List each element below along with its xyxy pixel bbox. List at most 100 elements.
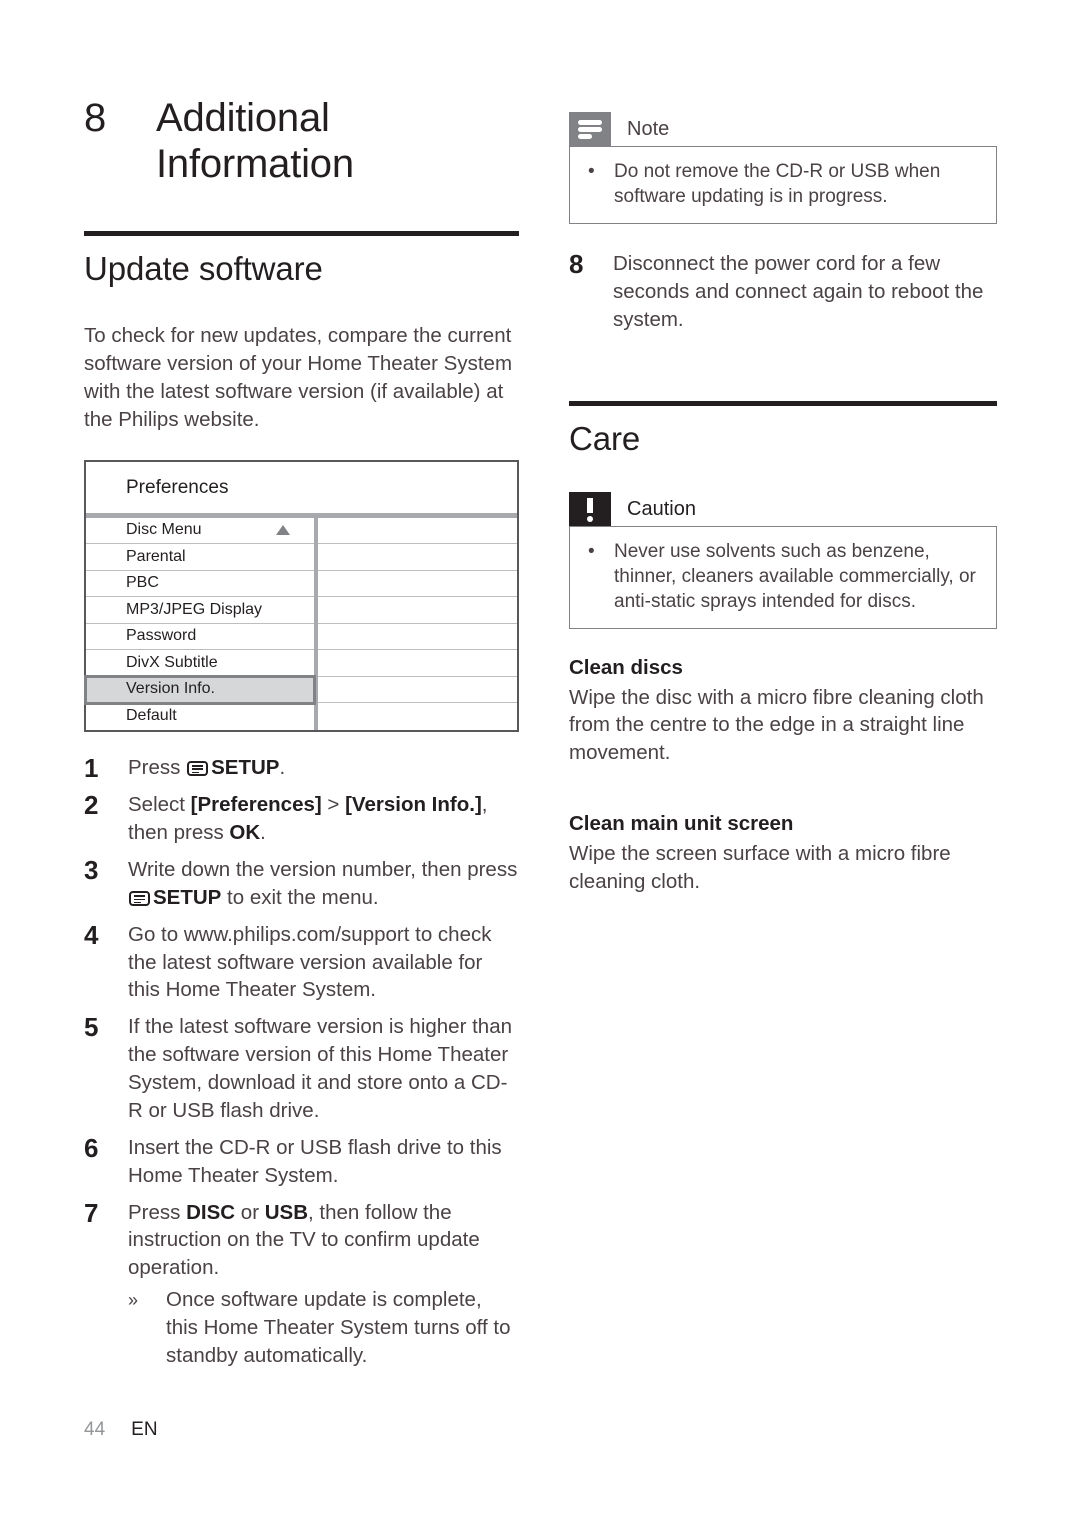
osd-row-label: Version Info. — [126, 680, 215, 698]
up-caret-icon — [276, 525, 290, 536]
step-text: Disconnect the power cord for a few seco… — [613, 252, 984, 331]
section-title-update-software: Update software — [84, 250, 323, 288]
osd-row[interactable]: MP3/JPEG Display — [86, 597, 314, 624]
osd-value-row — [318, 703, 517, 730]
step-text: If the latest software version is higher… — [128, 1015, 513, 1122]
step-item: 6 Insert the CD-R or USB flash drive to … — [84, 1134, 519, 1190]
note-callout-label: Note — [627, 118, 670, 140]
preferences-osd-screenshot: Preferences Disc Menu Parental PBC MP3/J… — [84, 459, 519, 732]
note-callout-header: Note — [569, 112, 997, 146]
step-text-bold: [Version Info.] — [345, 793, 482, 817]
osd-row-label: Disc Menu — [126, 521, 202, 539]
step-text: Press SETUP. — [128, 754, 519, 782]
step-number: 8 — [569, 249, 584, 280]
step-number: 4 — [84, 919, 99, 950]
step-text-segment: Press — [128, 1200, 187, 1224]
step-text-segment: Write down the version number, then pres… — [128, 857, 518, 881]
step-text-segment: or — [235, 1200, 265, 1224]
chapter-title-line-2: Information — [156, 141, 354, 186]
step-text-bold: OK — [229, 821, 261, 845]
step-text-bold: SETUP — [153, 885, 222, 909]
osd-row[interactable]: DivX Subtitle — [86, 650, 314, 677]
note-callout: Note • Do not remove the CD-R or USB whe… — [569, 112, 997, 225]
step-text-segment: to exit the menu. — [221, 885, 379, 909]
osd-value-column — [318, 518, 517, 730]
osd-row[interactable]: Password — [86, 624, 314, 651]
osd-row[interactable]: Parental — [86, 544, 314, 571]
subheading-clean-main-unit-screen: Clean main unit screen — [569, 812, 794, 836]
setup-icon — [187, 760, 209, 776]
osd-value-row — [318, 597, 517, 624]
right-column: Note • Do not remove the CD-R or USB whe… — [569, 112, 997, 896]
subheading-clean-discs: Clean discs — [569, 655, 683, 679]
double-angle-bullet-icon: » — [128, 1290, 139, 1311]
osd-value-row — [318, 571, 517, 598]
step-number: 6 — [84, 1132, 99, 1163]
osd-row[interactable]: Disc Menu — [86, 518, 314, 545]
osd-value-row — [318, 624, 517, 651]
caution-callout-header: Caution — [569, 491, 997, 526]
caution-callout: Caution • Never use solvents such as ben… — [569, 491, 997, 629]
step-text-segment: Select — [128, 793, 191, 817]
step-item: 5 If the latest software version is high… — [84, 1013, 519, 1125]
step-item: 2 Select [Preferences] > [Version Info.]… — [84, 791, 519, 847]
update-steps-list: 1 Press SETUP. 2 Select [Preferences] > … — [84, 754, 519, 1370]
step-number: 5 — [84, 1012, 99, 1043]
sub-item: » Once software update is complete, this… — [128, 1286, 519, 1370]
osd-menu-column: Disc Menu Parental PBC MP3/JPEG Display … — [84, 517, 318, 730]
step-text-segment: > — [321, 793, 346, 817]
chapter-title-line-1: Additional — [156, 96, 330, 140]
document-page: 8 Additional Information Update software… — [0, 0, 1080, 1527]
caution-callout-text: Never use solvents such as benzene, thin… — [614, 540, 976, 612]
step-text: Insert the CD-R or USB flash drive to th… — [128, 1135, 502, 1187]
step-text-segment: . — [279, 755, 286, 779]
section-rule-update-software — [84, 231, 519, 237]
osd-row-label: Default — [126, 707, 177, 725]
chapter-number: 8 — [84, 96, 107, 140]
step-text-bold: USB — [264, 1200, 309, 1224]
note-lines-icon — [569, 112, 611, 146]
caution-callout-item: • Never use solvents such as benzene, th… — [588, 539, 978, 614]
setup-icon — [129, 890, 150, 906]
step-text-bold: SETUP — [211, 755, 280, 779]
step-text: Press DISC or USB, then follow the instr… — [128, 1199, 519, 1370]
step-item: 1 Press SETUP. — [84, 754, 519, 783]
osd-value-row — [318, 518, 517, 545]
osd-row-label: DivX Subtitle — [126, 653, 218, 671]
step-text: Go to www.philips.com/support to check t… — [128, 922, 492, 1002]
note-callout-box: • Do not remove the CD-R or USB when sof… — [569, 146, 997, 225]
step-text-bold: [Preferences] — [190, 793, 322, 817]
osd-row-label: MP3/JPEG Display — [126, 600, 263, 618]
osd-body: Disc Menu Parental PBC MP3/JPEG Display … — [84, 517, 517, 730]
step-subitems: » Once software update is complete, this… — [128, 1286, 519, 1370]
step-number: 1 — [84, 752, 99, 783]
osd-value-row — [318, 544, 517, 571]
sub-item-text: Once software update is complete, this H… — [166, 1288, 511, 1367]
page-footer: 44 EN — [84, 1419, 158, 1441]
step-item: 8 Disconnect the power cord for a few se… — [569, 250, 997, 334]
osd-row[interactable]: PBC — [86, 571, 314, 598]
intro-paragraph: To check for new updates, compare the cu… — [84, 324, 513, 431]
caution-callout-box: • Never use solvents such as benzene, th… — [569, 525, 997, 629]
step-item: 7 Press DISC or USB, then follow the ins… — [84, 1199, 519, 1370]
chapter-heading: 8 Additional Information — [84, 96, 519, 187]
step-text-segment: Press — [128, 755, 187, 779]
exclamation-icon — [569, 491, 611, 526]
step-text-segment: . — [260, 821, 266, 845]
osd-row[interactable]: Default — [86, 703, 314, 730]
osd-title: Preferences — [86, 462, 517, 518]
osd-row-label: Parental — [126, 547, 186, 565]
step-item: 4 Go to www.philips.com/support to check… — [84, 921, 519, 1005]
step-number: 3 — [84, 854, 99, 885]
clean-screen-text: Wipe the screen surface with a micro fib… — [569, 841, 951, 893]
clean-discs-text: Wipe the disc with a micro fibre cleanin… — [569, 685, 984, 765]
section-title-care: Care — [569, 419, 641, 457]
osd-row-selected-version-info[interactable]: Version Info. — [84, 674, 316, 706]
osd-value-row — [318, 677, 517, 704]
bullet-icon: • — [588, 161, 595, 182]
step-number: 2 — [84, 790, 99, 821]
step-text-bold: DISC — [186, 1200, 236, 1224]
note-callout-text: Do not remove the CD-R or USB when softw… — [614, 161, 941, 208]
caution-callout-label: Caution — [627, 497, 696, 520]
page-number: 44 — [84, 1419, 106, 1440]
